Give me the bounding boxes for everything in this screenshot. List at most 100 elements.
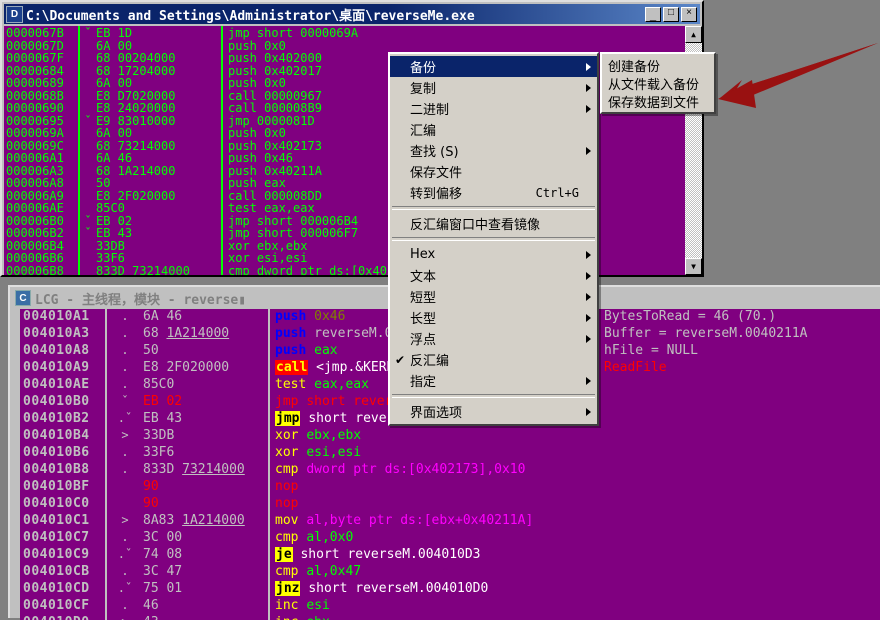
screen-root: D C:\Documents and Settings\Administrato… xyxy=(0,0,880,620)
disasm-row[interactable]: 004010B4 >33DB xor ebx,ebx xyxy=(20,428,880,445)
menu-item[interactable]: 备份 xyxy=(390,56,597,77)
scroll-up-button[interactable]: ▲ xyxy=(685,26,702,43)
disasm-row-instruction: jnz short reverseM.004010D0 xyxy=(270,581,600,598)
menu-item[interactable]: 指定 xyxy=(390,370,597,391)
hex-row-marker xyxy=(80,176,96,189)
disasm-row-marker: > xyxy=(121,428,129,442)
menu-item[interactable]: 汇编 xyxy=(390,119,597,140)
disasm-row[interactable]: 004010BF 90 nop xyxy=(20,479,880,496)
disasm-row-address: 004010C0 xyxy=(23,496,90,511)
submenu-arrow-icon xyxy=(586,104,591,113)
hex-window-titlebar[interactable]: D C:\Documents and Settings\Administrato… xyxy=(4,4,700,24)
menu-item[interactable]: 复制 xyxy=(390,77,597,98)
menu-item[interactable]: 短型 xyxy=(390,286,597,307)
submenu-arrow-icon xyxy=(586,313,591,322)
disasm-mnemonic: call xyxy=(275,360,309,375)
hex-row-marker: ˇ xyxy=(84,26,92,40)
hex-row-address: 00000684 xyxy=(6,63,64,78)
hex-row-address: 000006B4 xyxy=(6,238,64,253)
disasm-row-bytes: 833D 73214000 xyxy=(143,462,245,477)
disasm-mnemonic: cmp xyxy=(275,462,299,477)
disasm-operands: short reverseM.004010D0 xyxy=(308,581,489,596)
disasm-row-marker xyxy=(107,496,143,513)
hex-row-bytes: 50 xyxy=(96,176,111,190)
menu-item-label: 浮点 xyxy=(410,333,437,348)
menu-item-label: 汇编 xyxy=(410,124,437,139)
submenu-item[interactable]: 从文件载入备份 xyxy=(602,74,714,93)
menu-item[interactable]: 反汇编窗口中查看镜像 xyxy=(390,213,597,234)
hex-row-address: 0000069C xyxy=(6,138,64,153)
disasm-row-instruction: mov al,byte ptr ds:[ebx+0x40211A] xyxy=(270,513,600,530)
menu-item[interactable]: 文本 xyxy=(390,265,597,286)
disasm-operands: eax,eax xyxy=(314,377,369,392)
minimize-icon: _ xyxy=(649,9,657,22)
disasm-row[interactable]: 004010B6. 33F6 xor esi,esi xyxy=(20,445,880,462)
hex-row-bytes: E9 83010000 xyxy=(96,113,176,128)
disasm-row[interactable]: 004010C0 90 nop xyxy=(20,496,880,513)
menu-item[interactable]: 长型 xyxy=(390,307,597,328)
hex-row-address: 0000067F xyxy=(6,51,64,65)
disasm-row-comment xyxy=(600,377,880,394)
hex-row-address: 00000695 xyxy=(6,113,64,128)
hex-row-bytes: 6A 46 xyxy=(96,151,133,165)
hex-row-marker: ˇ xyxy=(84,113,92,128)
menu-item-label: 保存文件 xyxy=(410,166,463,181)
menu-item[interactable]: 界面选项 xyxy=(390,401,597,422)
chevron-up-icon: ▲ xyxy=(691,30,696,39)
minimize-button[interactable]: _ xyxy=(645,6,661,22)
menu-item[interactable]: 浮点 xyxy=(390,328,597,349)
disasm-row-marker: . xyxy=(121,564,129,578)
scroll-down-button[interactable]: ▼ xyxy=(685,258,702,275)
hex-row-address: 0000067B xyxy=(6,26,64,40)
hex-row[interactable]: 0000067B ˇ EB 1D jmp short 0000069A xyxy=(4,26,685,40)
disasm-row-comment: Buffer = reverseM.0040211A xyxy=(604,326,808,341)
maximize-button[interactable]: □ xyxy=(663,6,679,22)
disasm-row-address: 004010A3 xyxy=(23,326,90,341)
context-submenu-backup[interactable]: 创建备份 从文件载入备份 保存数据到文件 xyxy=(600,52,716,114)
disasm-row-address: 004010BF xyxy=(23,479,90,494)
disasm-row-comment xyxy=(600,581,880,598)
submenu-arrow-icon xyxy=(586,407,591,416)
menu-item[interactable]: Hex xyxy=(390,244,597,265)
disasm-row-comment: ReadFile xyxy=(604,360,667,375)
hex-row-bytes: 85C0 xyxy=(96,201,125,215)
disasm-row-bytes: 50 xyxy=(143,343,159,358)
document-icon: D xyxy=(6,5,23,23)
disasm-row-marker: . xyxy=(121,343,129,357)
disasm-row-comment xyxy=(600,564,880,581)
disasm-row[interactable]: 004010CD .ˇ 75 01 jnz short reverseM.004010… xyxy=(20,581,880,598)
menu-item-label: 指定 xyxy=(410,375,437,390)
disasm-mnemonic: nop xyxy=(275,496,299,511)
disasm-row[interactable]: 004010CF. 46 inc esi xyxy=(20,598,880,615)
menu-item[interactable]: ✔ 反汇编 xyxy=(390,349,597,370)
disasm-row[interactable]: 004010B8. 833D 73214000 cmp dword ptr ds:[… xyxy=(20,462,880,479)
disasm-row[interactable]: 004010C1 >8A83 1A214000 mov al,byte ptr ds… xyxy=(20,513,880,530)
disasm-row[interactable]: 004010C9 .ˇ 74 08 je short reverseM.004010D… xyxy=(20,547,880,564)
menu-item[interactable]: 二进制 xyxy=(390,98,597,119)
disasm-row-address: 004010B2 xyxy=(23,411,90,426)
disasm-row[interactable]: 004010C7. 3C 00 cmp al,0x0 xyxy=(20,530,880,547)
submenu-item[interactable]: 创建备份 xyxy=(602,56,714,75)
close-button[interactable]: × xyxy=(681,6,697,22)
hex-row[interactable]: 0000067D 6A 00 push 0x0 xyxy=(4,38,685,53)
menu-item-label: 界面选项 xyxy=(410,406,463,421)
disasm-row[interactable]: 004010CB. 3C 47 cmp al,0x47 xyxy=(20,564,880,581)
submenu-item-label: 创建备份 xyxy=(608,59,661,75)
disasm-row-marker xyxy=(107,479,143,496)
submenu-arrow-icon xyxy=(586,146,591,155)
disasm-row-marker: . xyxy=(121,309,129,323)
disasm-operands: ebx,ebx xyxy=(306,428,362,443)
submenu-arrow-icon xyxy=(586,292,591,301)
close-icon: × xyxy=(686,7,692,18)
menu-item[interactable]: 保存文件 xyxy=(390,161,597,182)
disasm-mnemonic: cmp xyxy=(275,530,299,545)
menu-item[interactable]: 转到偏移 Ctrl+G xyxy=(390,182,597,203)
submenu-item[interactable]: 保存数据到文件 xyxy=(602,92,714,111)
hex-row-bytes: 68 17204000 xyxy=(96,63,176,78)
disasm-mnemonic: push xyxy=(275,326,307,341)
hex-row-marker xyxy=(80,201,96,214)
menu-item[interactable]: 查找 (S) xyxy=(390,140,597,161)
disasm-operands: short reverseM.004010D3 xyxy=(300,547,481,562)
hex-row-address: 000006AE xyxy=(6,201,64,215)
context-menu[interactable]: 备份 复制 二进制汇编 查找 (S) 保存文件 转到偏移 Ctrl+G 反汇编窗口中查看镜像 H… xyxy=(388,52,599,426)
